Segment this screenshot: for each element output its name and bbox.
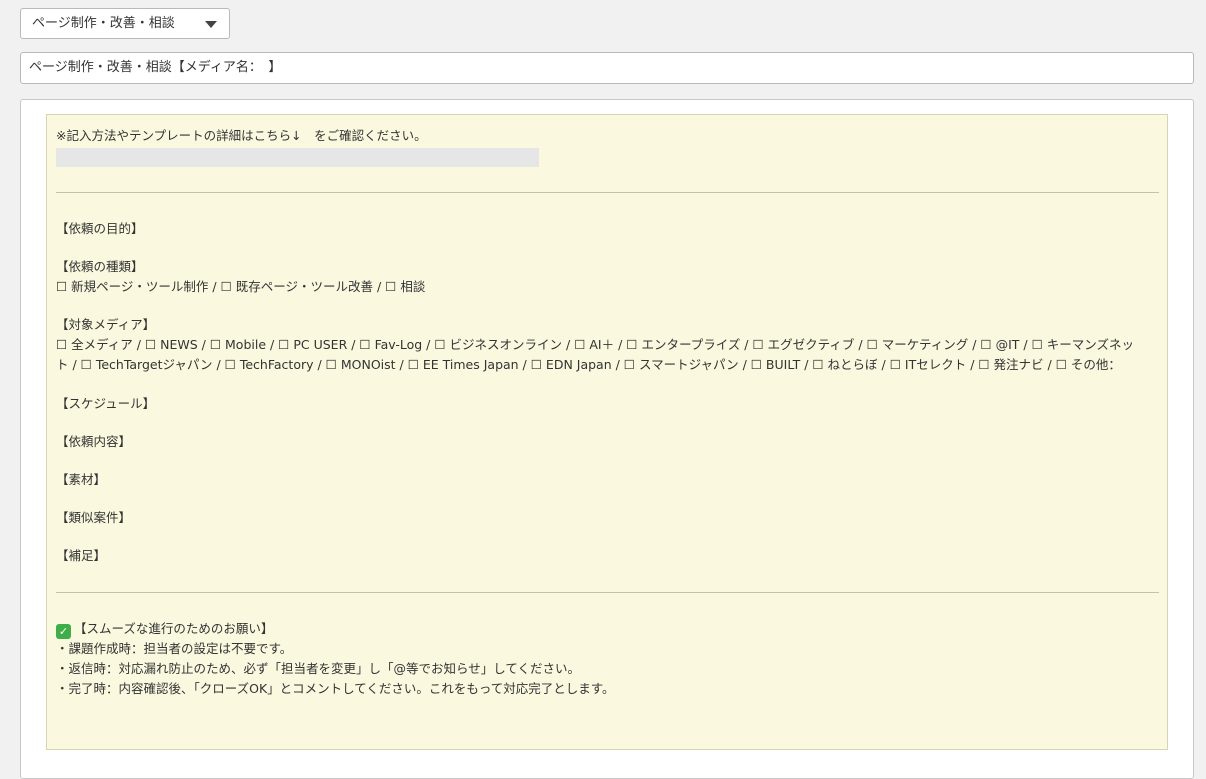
issue-title-value: ページ制作・改善・相談【メディア名： 】 (29, 60, 282, 75)
request-line-1: ・課題作成時：担当者の設定は不要です。 (56, 641, 293, 656)
divider-top (56, 192, 1159, 193)
divider-bottom (56, 592, 1159, 593)
media-heading: 【対象メディア】 (56, 317, 156, 332)
material-heading: 【素材】 (56, 472, 107, 487)
request-line-2: ・返信時：対応漏れ防止のため、必ず「担当者を変更」し「@等でお知らせ」してくださ… (56, 661, 581, 676)
intro-text: ※記入方法やテンプレートの詳細はこちら↓ をご確認ください。 (56, 128, 427, 143)
media-options-line-1: ☐ 全メディア / ☐ NEWS / ☐ Mobile / ☐ PC USER … (56, 337, 1135, 352)
template-select-value: ページ制作・改善・相談 (32, 16, 175, 31)
issue-title-input[interactable]: ページ制作・改善・相談【メディア名： 】 (20, 52, 1194, 84)
schedule-heading: 【スケジュール】 (56, 396, 156, 411)
check-mark-button-icon: ✓ (56, 624, 71, 639)
chevron-down-icon (205, 21, 217, 28)
template-note-block[interactable]: ※記入方法やテンプレートの詳細はこちら↓ をご確認ください。 【依頼の目的】 【… (46, 114, 1168, 750)
request-heading: 【スムーズな進行のためのお願い】 (74, 621, 274, 636)
request-heading-row: ✓ 【スムーズな進行のためのお願い】 (56, 619, 273, 639)
purpose-heading: 【依頼の目的】 (56, 221, 144, 236)
request-line-3: ・完了時：内容確認後、「クローズOK」とコメントしてください。これをもって対応完… (56, 681, 615, 696)
content-heading: 【依頼内容】 (56, 434, 132, 449)
supplement-heading: 【補足】 (56, 548, 107, 563)
description-editor[interactable]: ※記入方法やテンプレートの詳細はこちら↓ をご確認ください。 【依頼の目的】 【… (20, 99, 1194, 779)
type-options: ☐ 新規ページ・ツール制作 / ☐ 既存ページ・ツール改善 / ☐ 相談 (56, 279, 426, 294)
redacted-link (56, 148, 539, 167)
type-heading: 【依頼の種類】 (56, 259, 144, 274)
similar-heading: 【類似案件】 (56, 510, 132, 525)
template-select[interactable]: ページ制作・改善・相談 (20, 8, 230, 39)
media-options-line-2: ト / ☐ TechTargetジャパン / ☐ TechFactory / ☐… (56, 357, 1121, 372)
